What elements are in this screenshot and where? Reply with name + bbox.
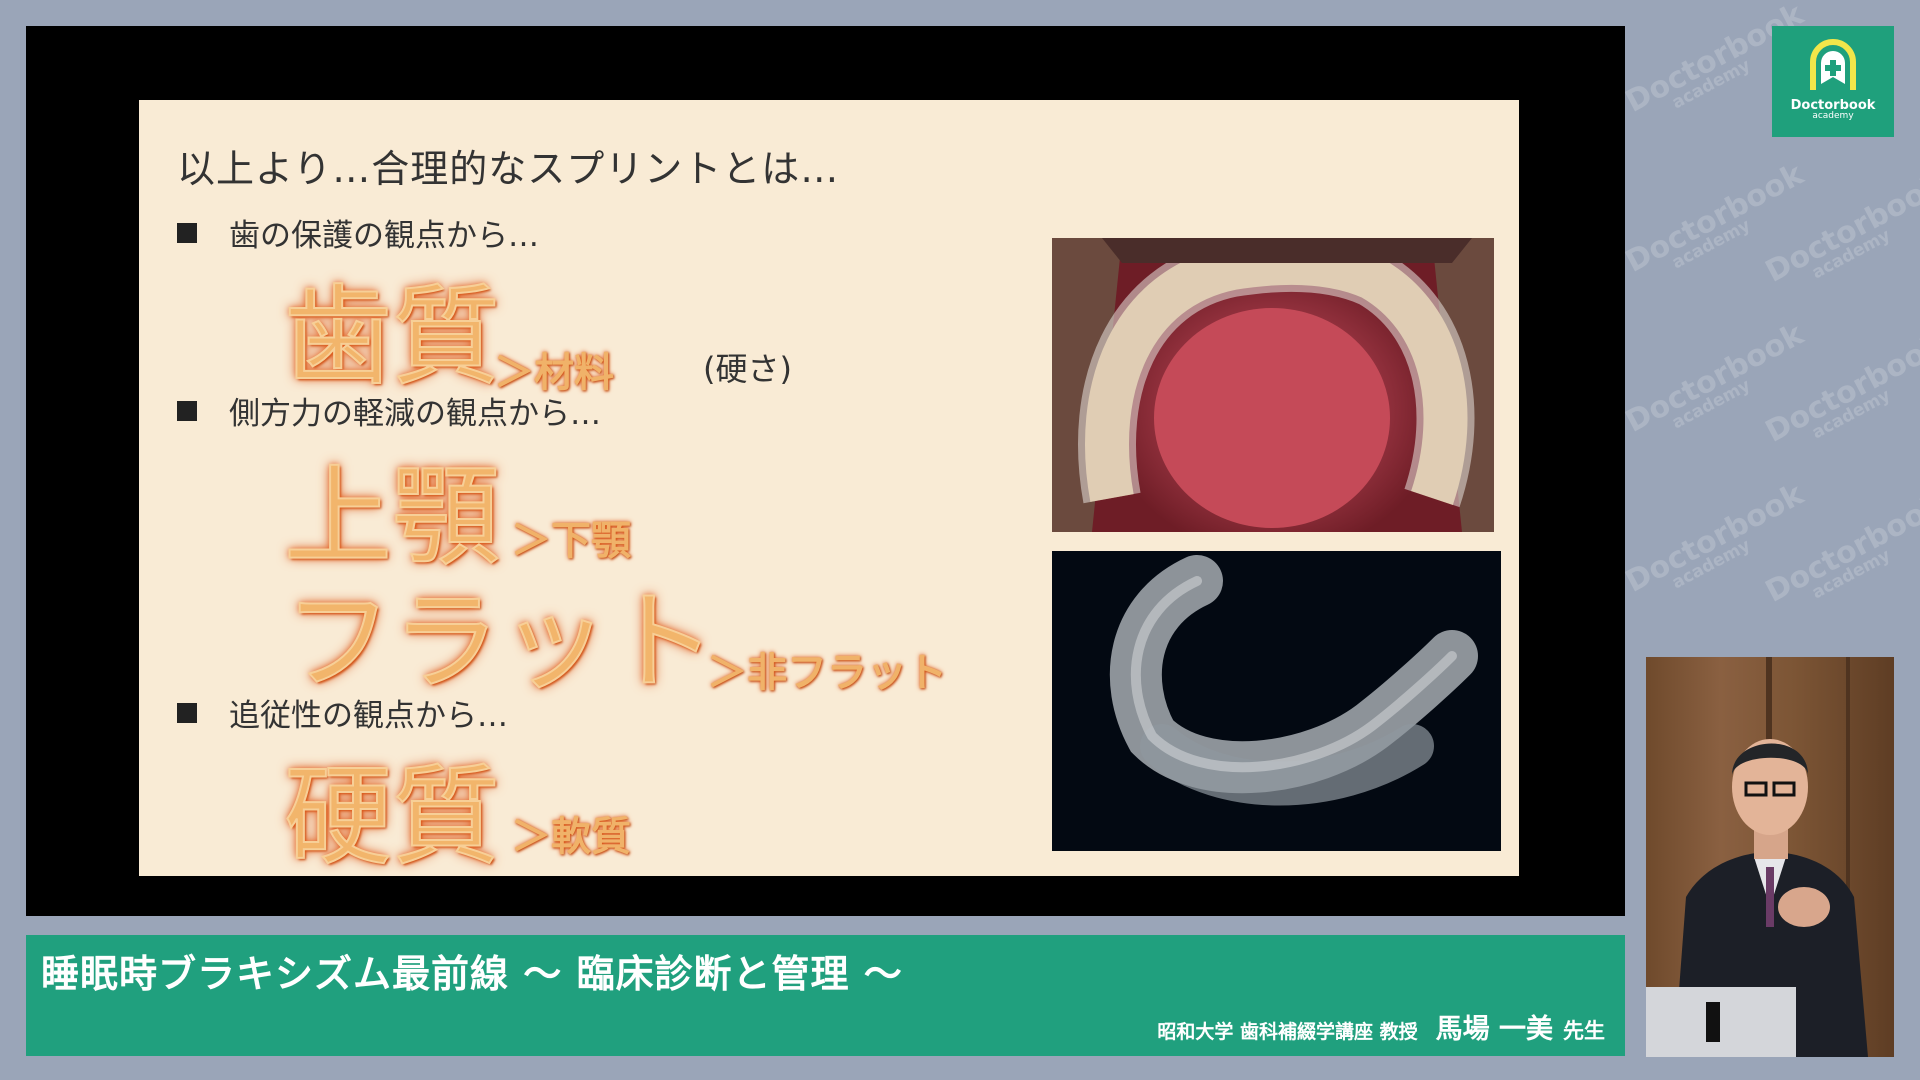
bullet-item: 側方力の軽減の観点から… (177, 388, 601, 433)
presentation-video[interactable]: 以上より…合理的なスプリントとは… 歯の保護の観点から… 歯質 ＞材料 (硬さ)… (26, 26, 1625, 916)
bullet-square-icon (177, 702, 197, 723)
doctorbook-arch-icon (1810, 39, 1856, 90)
bullet-label: 側方力の軽減の観点から… (229, 396, 601, 432)
bullet-label: 歯の保護の観点から… (229, 218, 539, 254)
comparison-main: フラット (283, 579, 717, 706)
maxillary-splint-photo (1052, 238, 1494, 532)
comparison-main: 歯質 (283, 274, 501, 401)
doctorbook-logo: Doctorbook academy (1772, 26, 1894, 137)
comparison-secondary: ＞非フラット (707, 650, 947, 696)
slide-heading: 以上より…合理的なスプリントとは… (177, 147, 840, 191)
bullet-label: 追従性の観点から… (229, 698, 508, 734)
slide: 以上より…合理的なスプリントとは… 歯の保護の観点から… 歯質 ＞材料 (硬さ)… (139, 100, 1519, 881)
lecture-title: 睡眠時ブラキシズム最前線 〜 臨床診断と管理 〜 (41, 952, 903, 996)
comparison-note: (硬さ) (703, 350, 792, 388)
splint-object-photo (1052, 551, 1501, 851)
comparison-secondary: ＞軟質 (511, 814, 631, 860)
bullet-square-icon (177, 222, 197, 243)
lower-third-banner: 睡眠時ブラキシズム最前線 〜 臨床診断と管理 〜 昭和大学 歯科補綴学講座 教授… (26, 935, 1625, 1056)
bullet-item: 歯の保護の観点から… (177, 210, 539, 255)
speaker-camera-feed (1646, 657, 1894, 1057)
speaker-affiliation: 昭和大学 歯科補綴学講座 教授 (1157, 1021, 1418, 1043)
comparison-main: 硬質 (283, 754, 501, 881)
speaker-credit: 昭和大学 歯科補綴学講座 教授 馬場 一美 先生 (1157, 1007, 1605, 1046)
bullet-square-icon (177, 400, 197, 421)
logo-sub: academy (1812, 111, 1854, 121)
bullet-item: 追従性の観点から… (177, 690, 508, 735)
speaker-honorific: 先生 (1563, 1019, 1605, 1043)
speaker-name: 馬場 一美 (1435, 1014, 1553, 1045)
